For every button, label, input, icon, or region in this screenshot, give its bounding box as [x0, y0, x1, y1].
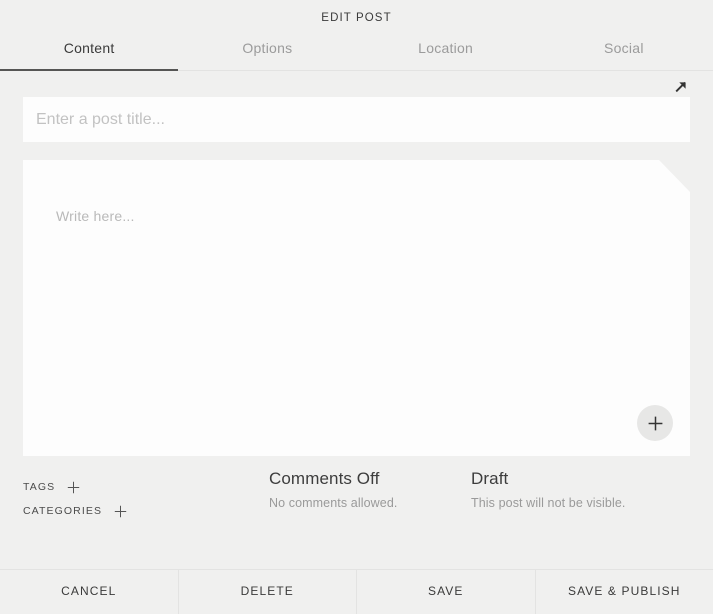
post-body-placeholder: Write here... [56, 208, 135, 224]
post-title-input[interactable] [23, 97, 690, 142]
post-body-editor[interactable]: Write here... [23, 160, 690, 456]
taxonomy-column: TAGS CATEGORIES [23, 469, 269, 523]
status-heading: Draft [471, 469, 509, 488]
plus-icon [114, 505, 127, 517]
publish-status-setting[interactable]: Draft This post will not be visible. [471, 469, 690, 523]
add-media-button[interactable] [637, 405, 673, 441]
post-meta-row: TAGS CATEGORIES Comments Off No comments… [23, 469, 690, 523]
add-category-button[interactable] [114, 505, 127, 518]
header: EDIT POST Content Options Location Socia… [0, 0, 713, 71]
save-button[interactable]: SAVE [356, 570, 535, 614]
categories-label: CATEGORIES [23, 505, 103, 517]
expand-editor-icon[interactable] [673, 79, 689, 95]
cancel-button[interactable]: CANCEL [0, 570, 178, 614]
tab-social[interactable]: Social [535, 32, 713, 70]
categories-row: CATEGORIES [23, 499, 269, 523]
status-description: This post will not be visible. [471, 496, 626, 510]
comments-description: No comments allowed. [269, 496, 398, 510]
comments-heading: Comments Off [269, 469, 380, 488]
tab-content[interactable]: Content [0, 32, 179, 71]
content-area: Write here... TAGS [0, 71, 713, 569]
add-tag-button[interactable] [67, 481, 80, 494]
arrow-up-right-icon [675, 81, 686, 93]
delete-button[interactable]: DELETE [177, 570, 357, 614]
tab-location[interactable]: Location [357, 32, 535, 70]
save-and-publish-button[interactable]: SAVE & PUBLISH [534, 570, 713, 614]
page-title: EDIT POST [321, 12, 392, 24]
tab-options[interactable]: Options [178, 32, 356, 70]
plus-icon [648, 416, 662, 430]
tags-label: TAGS [23, 481, 56, 493]
action-bar: CANCEL DELETE SAVE SAVE & PUBLISH [0, 569, 713, 614]
tab-bar: Content Options Location Social [0, 32, 713, 71]
tags-row: TAGS [23, 475, 269, 499]
edit-post-window: EDIT POST Content Options Location Socia… [0, 0, 713, 614]
comments-setting[interactable]: Comments Off No comments allowed. [269, 469, 471, 523]
plus-icon [68, 481, 80, 493]
